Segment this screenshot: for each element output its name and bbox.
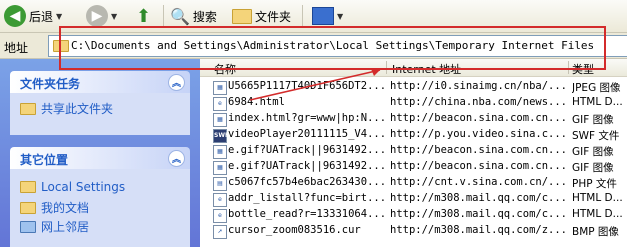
column-name[interactable]: 名称	[214, 61, 236, 77]
forward-arrow-icon: ▶	[86, 5, 108, 27]
back-arrow-icon: ◀	[4, 5, 26, 27]
address-label: 地址	[4, 41, 29, 55]
gif-file-icon: ▦	[213, 161, 227, 175]
file-row[interactable]: ▦ e.gif?UATrack||9631492... http://beaco…	[200, 143, 627, 159]
back-button[interactable]: ◀ 后退 ▼	[4, 3, 62, 29]
up-button[interactable]: ⬆	[136, 3, 151, 29]
address-path: C:\Documents and Settings\Administrator\…	[71, 39, 595, 52]
column-header: 名称 Internet 地址 类型	[200, 59, 627, 77]
other-places-header[interactable]: 其它位置 ︽	[10, 147, 190, 169]
collapse-icon[interactable]: ︽	[168, 74, 185, 91]
place-my-documents[interactable]: 我的文档	[20, 199, 89, 216]
place-network[interactable]: 网上邻居	[20, 218, 89, 235]
file-tasks-panel: 共享此文件夹	[10, 93, 190, 135]
jpeg-file-icon: ▦	[213, 81, 227, 95]
html-file-icon: e	[213, 193, 227, 207]
file-row[interactable]: e bottle_read?r=13331064... http://m308.…	[200, 207, 627, 223]
toolbar-divider	[163, 5, 164, 27]
search-button[interactable]: 🔍 搜索	[170, 3, 217, 29]
php-file-icon: ▤	[213, 177, 227, 191]
file-row[interactable]: ▦ U5665P1117T40D1F656DT2... http://i0.si…	[200, 79, 627, 95]
file-row[interactable]: SWF videoPlayer20111115_V4... http://p.y…	[200, 127, 627, 143]
file-row[interactable]: ▦ index.html?gr=www|hp:N... http://beaco…	[200, 111, 627, 127]
gif-file-icon: ▦	[213, 145, 227, 159]
address-input[interactable]: C:\Documents and Settings\Administrator\…	[48, 35, 627, 57]
task-share-folder[interactable]: 共享此文件夹	[20, 100, 113, 117]
gif-file-icon: ▦	[213, 113, 227, 127]
column-divider[interactable]	[386, 61, 387, 74]
place-local-settings[interactable]: Local Settings	[20, 180, 125, 194]
views-button[interactable]: ▼	[312, 3, 343, 29]
file-row[interactable]: ➚ cursor_zoom083516.cur http://m308.mail…	[200, 223, 627, 239]
file-list: 名称 Internet 地址 类型 ▦ U5665P1117T40D1F656D…	[200, 59, 627, 247]
chevron-down-icon[interactable]: ▼	[111, 12, 117, 21]
file-row[interactable]: ▦ e.gif?UATrack||9631492... http://beaco…	[200, 159, 627, 175]
html-file-icon: e	[213, 97, 227, 111]
collapse-icon[interactable]: ︽	[168, 150, 185, 167]
chevron-down-icon[interactable]: ▼	[56, 12, 62, 21]
my-documents-icon	[20, 201, 36, 214]
file-row[interactable]: ▤ c5067fc57b4e6bac263430... http://cnt.v…	[200, 175, 627, 191]
folders-button[interactable]: 文件夹	[232, 3, 291, 29]
column-divider[interactable]	[568, 61, 569, 74]
up-folder-icon: ⬆	[136, 5, 152, 27]
html-file-icon: e	[213, 209, 227, 223]
file-row[interactable]: e addr_listall?func=birt... http://m308.…	[200, 191, 627, 207]
swf-file-icon: SWF	[213, 129, 229, 143]
address-bar: 地址 C:\Documents and Settings\Administrat…	[0, 33, 627, 59]
column-address[interactable]: Internet 地址	[392, 61, 461, 77]
file-row[interactable]: e 6984.html http://china.nba.com/news...…	[200, 95, 627, 111]
network-icon	[20, 220, 36, 233]
views-icon	[312, 7, 334, 25]
folder-icon	[53, 40, 69, 52]
share-folder-icon	[20, 102, 36, 115]
toolbar: ◀ 后退 ▼ ▶ ▼ ⬆ 🔍 搜索 文件夹 ▼	[0, 0, 627, 33]
folder-icon	[20, 181, 36, 193]
cur-file-icon: ➚	[213, 225, 227, 239]
task-pane: 文件夹任务 ︽ 共享此文件夹 其它位置 ︽ Local Settings 我的文…	[0, 59, 200, 247]
other-places-panel: Local Settings 我的文档 网上邻居	[10, 169, 190, 247]
folder-icon	[232, 8, 252, 24]
forward-button[interactable]: ▶ ▼	[86, 3, 117, 29]
chevron-down-icon[interactable]: ▼	[337, 12, 343, 21]
toolbar-divider	[302, 5, 303, 27]
column-type[interactable]: 类型	[572, 61, 594, 77]
file-tasks-header[interactable]: 文件夹任务 ︽	[10, 71, 190, 93]
search-icon: 🔍	[170, 6, 190, 26]
